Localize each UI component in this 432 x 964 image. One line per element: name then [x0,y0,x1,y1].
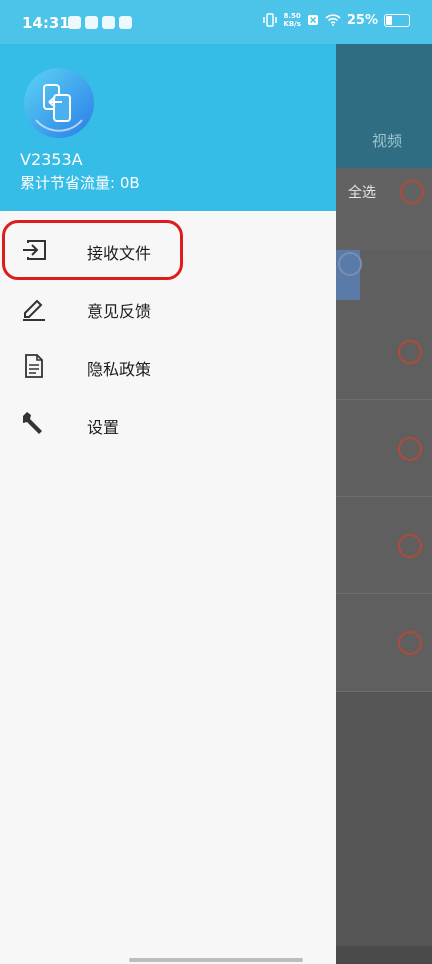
navigation-drawer: V2353A 累计节省流量: 0B 接收文件 意见反馈 隐私政策 设置 [0,0,336,964]
tiktok-icon [85,16,98,29]
notification-icons [68,16,132,29]
row-divider [336,496,432,497]
status-bar: 14:31 8.50 KB/s 25% [0,0,432,44]
no-sim-icon [307,15,318,25]
status-time: 14:31 [22,14,70,32]
menu-label: 设置 [87,418,120,437]
row-checkbox[interactable] [398,437,422,461]
menu-item-feedback[interactable]: 意见反馈 [0,279,336,337]
document-icon [25,354,43,378]
menu-label: 意见反馈 [87,302,152,321]
status-right: 8.50 KB/s 25% [263,12,410,28]
row-checkbox[interactable] [398,534,422,558]
battery-percent: 25% [346,12,378,28]
net-speed: 8.50 KB/s [283,12,300,28]
weibo-icon [102,16,115,29]
sync-icon [68,16,81,29]
tab-video[interactable]: 视频 [372,130,402,151]
feedback-pen-icon [23,299,45,321]
battery-icon [384,13,410,27]
menu-label: 隐私政策 [87,360,152,379]
background-bottom-strip [336,946,432,964]
menu-item-privacy-policy[interactable]: 隐私政策 [0,337,336,395]
phone-transfer-icon [35,84,83,132]
data-saved-label: 累计节省流量: 0B [20,174,140,192]
select-all-label[interactable]: 全选 [348,182,376,202]
app-notification-icon [119,16,132,29]
home-indicator[interactable] [129,958,303,962]
wifi-icon [325,14,341,26]
vibrate-icon [263,13,278,27]
net-speed-value: 8.50 [283,12,301,20]
app-logo-icon [24,68,94,138]
row-divider [336,399,432,400]
device-name: V2353A [20,150,83,169]
highlight-annotation [2,220,183,280]
thumbnail-checkbox[interactable] [338,252,362,276]
row-divider [336,593,432,594]
select-all-checkbox[interactable] [400,180,424,204]
net-speed-unit: KB/s [283,20,301,28]
wrench-icon [23,412,42,434]
row-checkbox[interactable] [398,340,422,364]
row-checkbox[interactable] [398,631,422,655]
menu-item-settings[interactable]: 设置 [0,395,336,453]
